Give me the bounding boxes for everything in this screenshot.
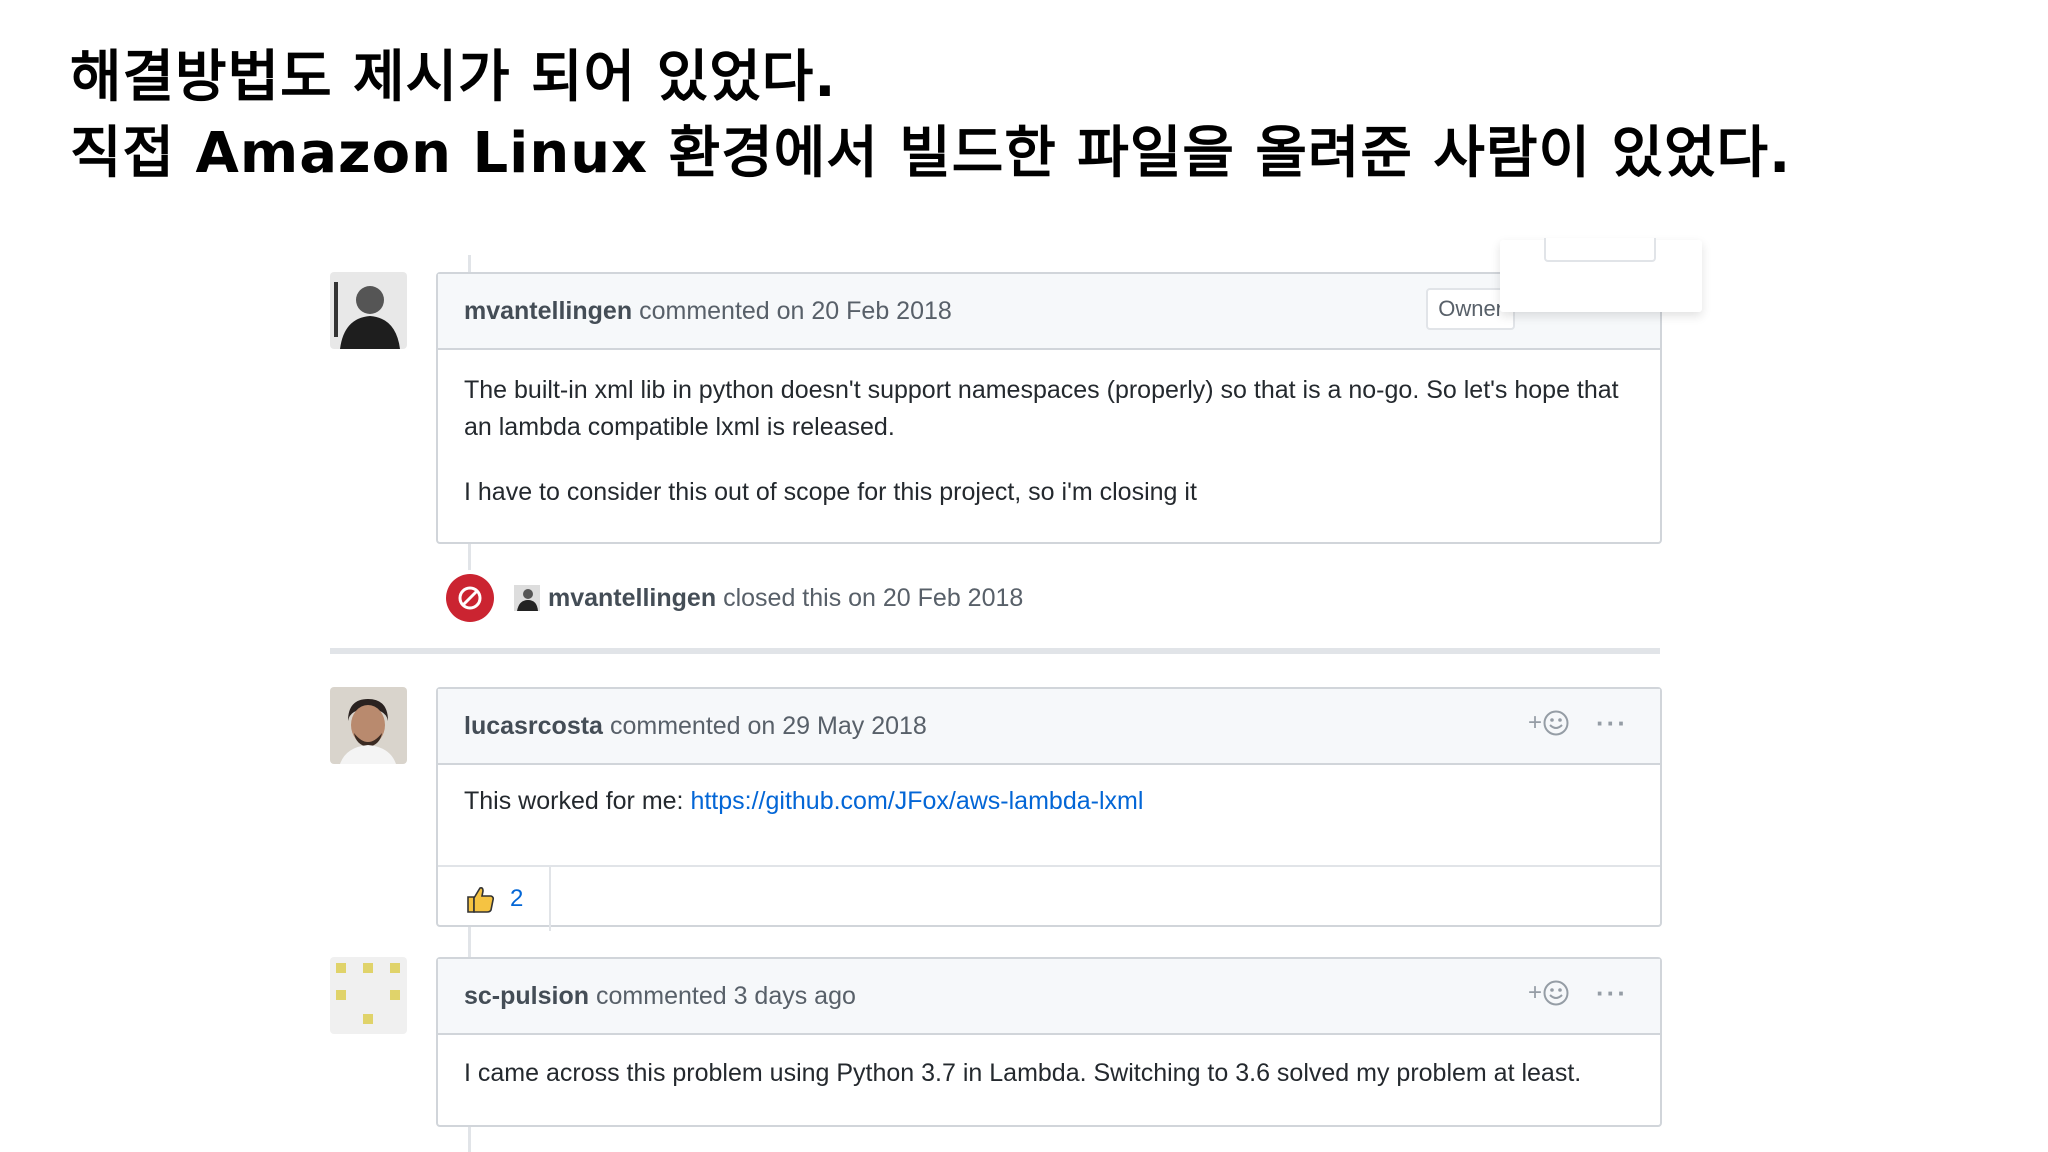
slide-title-line-1: 해결방법도 제시가 되어 있었다. [70,45,837,110]
comment-header: sc-pulsion commented 3 days ago + ··· [438,959,1660,1035]
timeline-line [468,255,471,273]
thumbs-up-reaction[interactable]: 2 [438,867,552,931]
smiley-icon [1543,980,1569,1006]
plus-label: + [1528,979,1543,1006]
avatar[interactable] [514,585,540,611]
add-reaction-button[interactable]: + [1528,709,1570,737]
popover [1500,238,1702,312]
comment-actions: + ··· [1528,709,1628,737]
identicon [330,957,407,1034]
circle-slash-icon [446,574,494,622]
comment-header: mvantellingen commented on 20 Feb 2018 O… [438,274,1660,350]
comment-text: This worked for me: [464,787,691,815]
repo-link[interactable]: https://github.com/JFox/aws-lambda-lxml [690,787,1143,815]
comment-text: I came across this problem using Python … [464,1059,1582,1087]
add-reaction-button[interactable]: + [1528,979,1570,1007]
more-options-button[interactable]: ··· [1596,710,1628,736]
comment-header: lucasrcosta commented on 29 May 2018 + ·… [438,689,1660,765]
comment-author[interactable]: mvantellingen [464,297,632,326]
comment-timestamp[interactable]: commented on 20 Feb 2018 [639,297,952,326]
avatar[interactable] [330,272,407,349]
comment-body: This worked for me: https://github.com/J… [438,765,1660,865]
comment-timestamp[interactable]: commented on 29 May 2018 [610,712,927,741]
more-options-button[interactable]: ··· [1596,980,1628,1006]
reaction-count: 2 [510,885,524,912]
comment-body: I came across this problem using Python … [438,1035,1660,1114]
reaction-row: 2 [438,865,1660,931]
comment-body: The built-in xml lib in python doesn't s… [438,350,1660,533]
plus-label: + [1528,709,1543,736]
slide-title: 해결방법도 제시가 되어 있었다. 직접 Amazon Linux 환경에서 빌… [70,40,1970,192]
closed-event-text: closed this on 20 Feb 2018 [723,583,1024,612]
thumbs-up-icon [467,887,495,913]
popover-tab[interactable] [1544,238,1656,262]
comment-author[interactable]: lucasrcosta [464,712,603,741]
comment-timestamp[interactable]: commented 3 days ago [596,982,856,1011]
comment-actions: + ··· [1528,979,1628,1007]
closed-event: mvantellingen closed this on 20 Feb 2018 [446,570,1023,626]
comment: lucasrcosta commented on 29 May 2018 + ·… [436,687,1662,931]
comment: mvantellingen commented on 20 Feb 2018 O… [436,272,1662,544]
comment-paragraph: I have to consider this out of scope for… [464,478,1197,506]
comment-paragraph: The built-in xml lib in python doesn't s… [464,376,1619,441]
closed-event-author[interactable]: mvantellingen [548,584,716,613]
avatar[interactable] [330,687,407,764]
timeline-separator [330,648,1660,654]
avatar[interactable] [330,957,407,1034]
comment-author[interactable]: sc-pulsion [464,982,589,1011]
smiley-icon [1543,710,1569,736]
comment: sc-pulsion commented 3 days ago + ··· I … [436,957,1662,1127]
slide-title-line-2: 직접 Amazon Linux 환경에서 빌드한 파일을 올려준 사람이 있었다… [70,121,1792,186]
